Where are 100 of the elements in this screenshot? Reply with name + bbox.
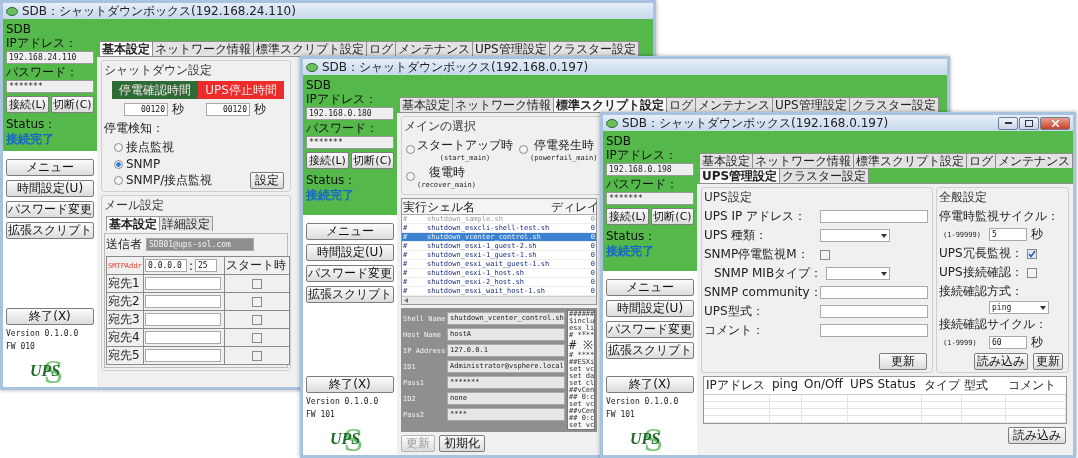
tab[interactable]: UPS管理設定: [772, 97, 850, 112]
ip-field[interactable]: 192.168.0.198: [606, 163, 694, 176]
status-value: 接続完了: [606, 243, 654, 260]
disconnect-button[interactable]: 切断(C): [51, 96, 94, 113]
radio-button[interactable]: [406, 172, 415, 181]
connect-button[interactable]: 接続(L): [306, 152, 349, 169]
menu-button[interactable]: パスワード変更: [606, 321, 694, 338]
checkbox[interactable]: [1026, 248, 1037, 259]
checkbox[interactable]: [252, 332, 262, 343]
checkbox[interactable]: [252, 278, 262, 289]
menu-button[interactable]: パスワード変更: [6, 201, 94, 218]
radio-button[interactable]: [114, 159, 123, 169]
tab[interactable]: ログ: [666, 97, 696, 112]
menu-button[interactable]: メニュー: [6, 159, 94, 176]
input-field[interactable]: [820, 324, 928, 337]
action-button[interactable]: 初期化: [439, 435, 485, 452]
seconds-field[interactable]: 00120: [124, 103, 168, 116]
ip-field[interactable]: 192.168.0.180: [306, 107, 394, 120]
input-field[interactable]: [820, 286, 928, 299]
table-cell: 宛先1: [107, 275, 143, 292]
disconnect-button[interactable]: 切断(C): [651, 208, 694, 225]
tab[interactable]: 基本設定: [699, 153, 753, 168]
dropdown[interactable]: [826, 267, 891, 280]
disconnect-button[interactable]: 切断(C): [351, 152, 394, 169]
checkbox[interactable]: [1026, 267, 1037, 278]
checkbox[interactable]: [820, 249, 830, 260]
password-field[interactable]: *******: [606, 192, 694, 205]
ip-field[interactable]: 192.168.24.110: [6, 51, 94, 64]
tab[interactable]: 基本設定: [106, 216, 160, 231]
tab[interactable]: ログ: [966, 153, 996, 168]
close-button[interactable]: [1040, 116, 1070, 130]
tab[interactable]: クラスター設定: [848, 97, 939, 112]
tab[interactable]: 詳細設定: [159, 216, 213, 231]
input-field[interactable]: 60: [989, 336, 1027, 349]
port-separator: :: [189, 258, 194, 273]
action-button[interactable]: 読み込み: [974, 353, 1028, 370]
connect-button[interactable]: 接続(L): [6, 96, 49, 113]
input-field[interactable]: [820, 210, 928, 223]
menu-button[interactable]: メニュー: [306, 223, 394, 240]
input-field[interactable]: [820, 305, 928, 318]
smtp-address-field[interactable]: 0.0.0.0: [145, 259, 187, 272]
field-label: UPS型式：: [704, 303, 765, 320]
menu-button[interactable]: 拡張スクリプト: [306, 286, 394, 303]
tab[interactable]: メンテナンス: [695, 97, 773, 112]
radio-button[interactable]: [114, 143, 123, 152]
maximize-button[interactable]: [1019, 116, 1039, 130]
password-field[interactable]: *******: [306, 136, 394, 149]
field-label: UPS冗長監視：: [939, 245, 1023, 262]
input-field[interactable]: 5: [989, 228, 1027, 241]
tab[interactable]: 基本設定: [99, 41, 153, 56]
tab[interactable]: メンテナンス: [395, 41, 473, 56]
tab[interactable]: 標準スクリプト設定: [253, 41, 367, 56]
exit-button[interactable]: 終了(X): [6, 308, 94, 325]
menu-button[interactable]: 時間設定(U): [306, 244, 394, 261]
tab[interactable]: 標準スクリプト設定: [853, 153, 967, 168]
ip-label: SDB IPアドレス：: [6, 22, 78, 50]
checkbox[interactable]: [252, 296, 262, 307]
radio-button[interactable]: [114, 176, 123, 185]
tab[interactable]: メンテナンス: [995, 153, 1073, 168]
exit-button[interactable]: 終了(X): [306, 376, 394, 393]
set-button[interactable]: 設定: [250, 172, 284, 189]
seconds-field[interactable]: 00120: [206, 103, 250, 116]
connect-button[interactable]: 接続(L): [606, 208, 649, 225]
action-button[interactable]: 更新: [1033, 353, 1063, 370]
window-title: SDB：シャットダウンボックス(192.168.0.197): [322, 60, 589, 74]
tab[interactable]: クラスター設定: [779, 168, 870, 183]
menu-button[interactable]: 時間設定(U): [6, 180, 94, 197]
dropdown[interactable]: ping: [989, 301, 1049, 314]
menu-button[interactable]: 拡張スクリプト: [6, 222, 94, 239]
menu-button[interactable]: パスワード変更: [306, 265, 394, 282]
firmware-text: FW 101: [306, 410, 335, 419]
caret-icon: [881, 271, 888, 276]
tab[interactable]: ネットワーク情報: [152, 41, 254, 56]
column-header: ディレイ: [550, 199, 596, 216]
tab[interactable]: 標準スクリプト設定: [553, 97, 667, 112]
checkbox[interactable]: [252, 350, 262, 361]
load-button[interactable]: 読み込み: [1008, 427, 1066, 444]
window-title: SDB：シャットダウンボックス(192.168.24.110): [22, 4, 296, 18]
password-field[interactable]: *******: [6, 80, 94, 93]
firmware-text: FW 010: [6, 342, 35, 351]
dropdown[interactable]: [820, 229, 890, 242]
menu-button[interactable]: 時間設定(U): [606, 300, 694, 317]
update-button[interactable]: 更新: [879, 353, 927, 370]
tab[interactable]: ネットワーク情報: [452, 97, 554, 112]
port-field[interactable]: 25: [195, 259, 218, 272]
checkbox[interactable]: [252, 314, 262, 325]
tab[interactable]: UPS管理設定: [699, 168, 781, 183]
column-header: IPアドレス: [704, 377, 770, 395]
menu-button[interactable]: 拡張スクリプト: [606, 342, 694, 359]
exit-button[interactable]: 終了(X): [606, 376, 694, 393]
menu-button[interactable]: メニュー: [606, 279, 694, 296]
tab[interactable]: 基本設定: [399, 97, 453, 112]
tab[interactable]: ネットワーク情報: [752, 153, 854, 168]
status-label: Status：: [306, 173, 357, 187]
radio-button[interactable]: [519, 145, 528, 154]
minimize-button[interactable]: [998, 116, 1018, 130]
tab[interactable]: UPS管理設定: [472, 41, 550, 56]
tab[interactable]: クラスター設定: [548, 41, 639, 56]
radio-button[interactable]: [406, 145, 415, 154]
tab[interactable]: ログ: [366, 41, 396, 56]
